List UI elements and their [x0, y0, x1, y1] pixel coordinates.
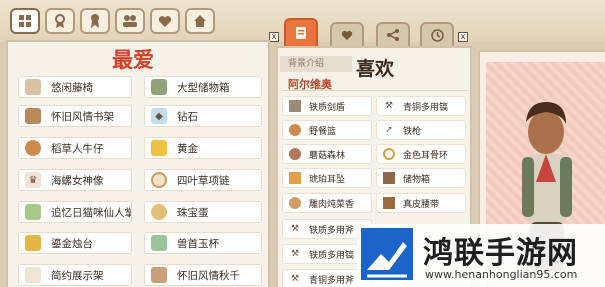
jewel-egg-icon — [151, 204, 167, 220]
tab-background[interactable] — [284, 18, 318, 46]
sword-shield-icon — [289, 100, 301, 112]
axe-icon: ⚒ — [290, 224, 300, 234]
portraits-icon[interactable] — [115, 8, 145, 34]
diamond-icon: ◆ — [151, 108, 167, 124]
swing-icon — [151, 267, 167, 283]
watermark-banner: 鸿联手游网 www.henanhonglian95.com — [357, 224, 605, 287]
tab-background-intro[interactable]: 背景介绍 — [280, 56, 352, 72]
list-item[interactable]: 雕肉炖菜香 — [282, 193, 372, 213]
watermark-title: 鸿联手游网 — [423, 236, 578, 271]
storage-chest-icon — [383, 172, 395, 184]
close-icon[interactable]: x — [269, 32, 279, 42]
candlestick-icon — [25, 235, 41, 251]
scarecrow-icon — [25, 140, 41, 156]
belt-icon — [383, 197, 395, 209]
cactus-icon — [25, 204, 41, 220]
bookshelf-icon — [25, 108, 41, 124]
stew-icon — [289, 197, 301, 209]
storage-box-icon — [151, 79, 167, 95]
list-item[interactable]: 黄金 — [144, 137, 262, 159]
list-item[interactable]: 怀旧风情秋千 — [144, 264, 262, 286]
spear-icon: ➚ — [385, 125, 393, 135]
list-item[interactable]: 蘑菇森林 — [282, 144, 372, 164]
grid-icon[interactable] — [10, 8, 40, 34]
necklace-icon — [151, 172, 167, 188]
medal-icon[interactable] — [45, 8, 75, 34]
list-item[interactable]: 兽首玉杯 — [144, 232, 262, 254]
list-item[interactable]: 储物箱 — [376, 168, 466, 188]
pickaxe-icon: ⚒ — [290, 249, 300, 259]
list-item[interactable]: ⚒ 青铜多用镐 — [376, 96, 466, 116]
home-icon[interactable] — [185, 8, 215, 34]
list-item[interactable]: 稻草人牛仔 — [18, 137, 132, 159]
favorites-title: 最爱 — [112, 47, 154, 72]
pickaxe-icon: ⚒ — [384, 101, 394, 111]
ribbon-icon[interactable] — [80, 8, 110, 34]
statue-icon: ♛ — [25, 172, 41, 188]
list-item[interactable]: 真皮腰带 — [376, 193, 466, 213]
watermark-url: www.henanhonglian95.com — [425, 268, 578, 281]
ear-cuff-icon — [383, 148, 395, 160]
list-item[interactable]: 悠闲藤椅 — [18, 76, 132, 98]
shelf-icon — [25, 267, 41, 283]
list-item[interactable]: ➚ 铁枪 — [376, 120, 466, 140]
list-item[interactable]: 金色耳骨环 — [376, 144, 466, 164]
axe-icon: ⚒ — [290, 274, 300, 284]
list-item[interactable]: 珠宝蛋 — [144, 201, 262, 223]
npc-name: 阿尔维奥 — [282, 76, 468, 91]
list-item[interactable]: 铁质剑盾 — [282, 96, 372, 116]
list-item[interactable]: 四叶草项链 — [144, 169, 262, 191]
list-item[interactable]: 大型储物箱 — [144, 76, 262, 98]
list-item[interactable]: 追忆日猫咪仙人掌 — [18, 201, 132, 223]
heart-icon[interactable] — [150, 8, 180, 34]
list-item[interactable]: 野餐篮 — [282, 120, 372, 140]
list-item[interactable]: 怀旧风情书架 — [18, 105, 132, 127]
close-icon[interactable]: x — [458, 32, 468, 42]
site-logo-icon — [361, 228, 413, 280]
tab-schedule[interactable] — [420, 22, 454, 46]
gold-icon — [151, 140, 167, 156]
list-item[interactable]: ◆ 钻石 — [144, 105, 262, 127]
earring-icon — [289, 172, 301, 184]
mushroom-icon — [289, 148, 301, 160]
list-item[interactable]: 简约展示架 — [18, 264, 132, 286]
list-item[interactable]: ♛ 海螺女神像 — [18, 169, 132, 191]
tab-gifts[interactable] — [330, 22, 364, 46]
list-item[interactable]: 鎏金烛台 — [18, 232, 132, 254]
basket-icon — [289, 124, 301, 136]
tab-relations[interactable] — [376, 22, 410, 46]
chair-icon — [25, 79, 41, 95]
jade-cup-icon — [151, 235, 167, 251]
list-item[interactable]: 琥珀耳坠 — [282, 168, 372, 188]
favorites-panel: 最爱 悠闲藤椅 怀旧风情书架 稻草人牛仔 ♛ 海螺女神像 追忆日猫咪仙人掌 鎏金… — [6, 40, 270, 287]
